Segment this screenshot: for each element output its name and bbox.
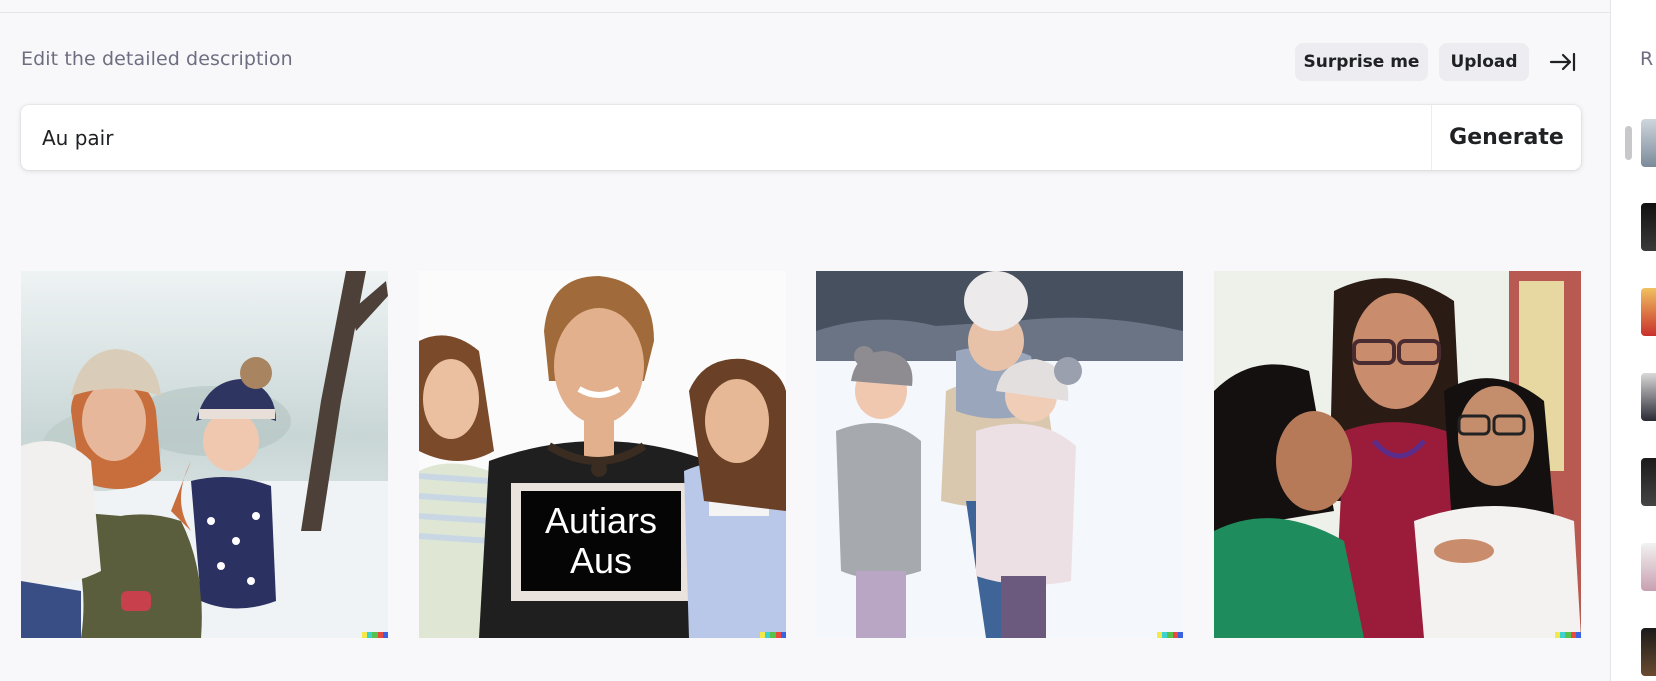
studio-photo-illustration: Autiars Aus [419, 271, 786, 638]
result-image-3[interactable] [816, 271, 1183, 638]
history-sidebar: R [1610, 0, 1656, 681]
sign-text-line-2: Aus [570, 540, 632, 581]
history-thumbnail[interactable] [1641, 288, 1656, 336]
history-thumbnail[interactable] [1641, 458, 1656, 506]
upload-button[interactable]: Upload [1439, 43, 1529, 81]
prompt-bar: Generate [21, 105, 1581, 170]
surprise-me-button[interactable]: Surprise me [1295, 43, 1428, 81]
result-image-4[interactable] [1214, 271, 1581, 638]
description-label: Edit the detailed description [21, 48, 293, 70]
history-thumbnail[interactable] [1641, 203, 1656, 251]
signature-stripe [1157, 632, 1183, 638]
history-thumbnail[interactable] [1641, 119, 1656, 167]
signature-stripe [1555, 632, 1581, 638]
collapse-sidebar-button[interactable] [1548, 48, 1578, 76]
sidebar-heading: R [1640, 48, 1654, 70]
winter-photo-illustration [21, 271, 388, 638]
family-photo-illustration [1214, 271, 1581, 638]
sign-text-line-1: Autiars [545, 500, 657, 541]
sidebar-scrollbar[interactable] [1625, 126, 1632, 160]
arrow-to-right-bar-icon [1549, 52, 1576, 72]
main-panel: Edit the detailed description Surprise m… [0, 0, 1610, 681]
result-image-1[interactable] [21, 271, 388, 638]
history-thumbnail[interactable] [1641, 543, 1656, 591]
prompt-input[interactable] [21, 105, 1431, 170]
top-divider [0, 0, 1610, 13]
signature-stripe [362, 632, 388, 638]
result-image-2[interactable]: Autiars Aus [419, 271, 786, 638]
history-thumbnail[interactable] [1641, 628, 1656, 676]
generate-button[interactable]: Generate [1432, 105, 1581, 170]
signature-stripe [760, 632, 786, 638]
history-thumbnail[interactable] [1641, 373, 1656, 421]
snow-photo-illustration [816, 271, 1183, 638]
